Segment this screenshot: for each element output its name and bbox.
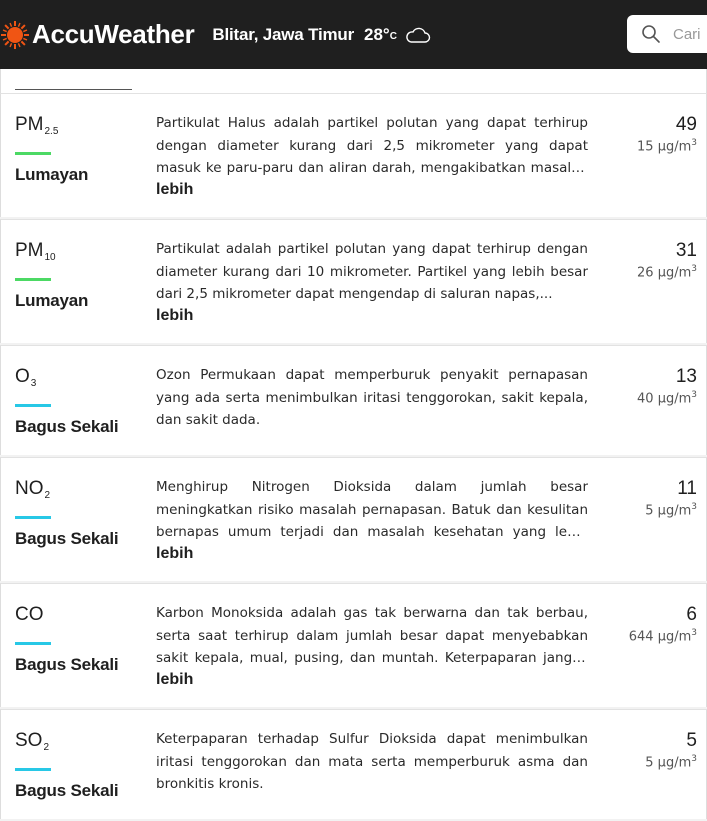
search-input[interactable]: Cari [673,26,701,43]
location-name[interactable]: Blitar, Jawa Timur [212,25,354,45]
concentration-value: 5 μg/m [645,503,692,519]
category-bar [15,278,51,281]
more-link[interactable]: lebih [156,180,588,200]
cloud-icon [406,27,431,43]
pollutant-category: Lumayan [15,165,89,184]
pollutant-row[interactable]: NO2 Bagus Sekali Menghirup Nitrogen Diok… [0,457,707,581]
search-box[interactable]: Cari [627,15,707,53]
description-text: Karbon Monoksida adalah gas tak berwarna… [156,605,588,666]
pollutant-index: 31 [675,240,697,261]
pollutant-subscript: 2 [44,490,51,501]
description-text: Partikulat adalah partikel polutan yang … [156,241,588,302]
concentration-value: 40 μg/m [637,391,692,407]
category-bar [15,642,51,645]
concentration-value: 15 μg/m [637,139,692,155]
pollutant-row[interactable]: O3 Bagus Sekali Ozon Permukaan dapat mem… [0,345,707,455]
concentration-value: 5 μg/m [645,755,692,771]
pollutant-list: PM2.5 Lumayan Partikulat Halus adalah pa… [0,93,707,821]
pollutant-symbol: O [15,366,30,387]
category-bar [15,404,51,407]
concentration-exponent: 3 [691,264,697,274]
pollutant-subscript: 2.5 [44,126,59,137]
category-bar [15,152,51,155]
pollutant-description: Menghirup Nitrogen Dioksida dalam jumlah… [156,476,588,564]
pollutant-index: 49 [675,114,697,135]
pollutant-subscript: 10 [44,252,56,263]
pollutant-concentration: 5 μg/m3 [645,502,697,518]
pollutant-symbol: SO [15,730,43,751]
concentration-value: 26 μg/m [637,265,692,281]
concentration-exponent: 3 [691,390,697,400]
pollutant-index: 5 [686,730,697,751]
pollutant-category: Bagus Sekali [15,655,119,674]
sun-logo-icon [1,20,29,49]
more-link[interactable]: lebih [156,670,588,690]
description-text: Partikulat Halus adalah partikel polutan… [156,115,588,176]
pollutant-subscript: 2 [43,742,50,753]
pollutant-description: Ozon Permukaan dapat memperburuk penyaki… [156,364,588,432]
concentration-value: 644 μg/m [628,629,692,645]
pollutant-row[interactable]: SO2 Bagus Sekali Keterpaparan terhadap S… [0,709,707,819]
pollutant-category: Lumayan [15,291,89,310]
pollutant-concentration: 40 μg/m3 [637,390,697,406]
site-header: AccuWeather Blitar, Jawa Timur 28° C Cari [0,0,707,69]
pollutant-symbol: CO [15,604,44,625]
pollutant-name: CO [15,604,45,627]
previous-section-remnant [0,69,707,93]
temperature-unit: C [389,30,397,42]
tab-underline [15,89,132,90]
search-icon[interactable] [641,24,661,44]
pollutant-row[interactable]: PM10 Lumayan Partikulat adalah partikel … [0,219,707,343]
pollutant-name: PM2.5 [15,114,58,137]
pollutant-concentration: 5 μg/m3 [645,754,697,770]
pollutant-subscript: 3 [30,378,37,389]
pollutant-index: 6 [686,604,697,625]
pollutant-index: 11 [677,478,697,499]
pollutant-description: Karbon Monoksida adalah gas tak berwarna… [156,602,588,690]
pollutant-description: Keterpaparan terhadap Sulfur Dioksida da… [156,728,588,796]
pollutant-description: Partikulat adalah partikel polutan yang … [156,238,588,326]
more-link[interactable]: lebih [156,306,588,326]
category-bar [15,768,51,771]
accuweather-logo[interactable]: AccuWeather [0,0,195,69]
temperature-value: 28° [363,24,390,44]
pollutant-index: 13 [675,366,697,387]
description-text: Menghirup Nitrogen Dioksida dalam jumlah… [156,479,588,540]
concentration-exponent: 3 [691,628,697,638]
pollutant-category: Bagus Sekali [15,529,119,548]
pollutant-row[interactable]: CO Bagus Sekali Karbon Monoksida adalah … [0,583,707,707]
pollutant-category: Bagus Sekali [15,417,119,436]
pollutant-concentration: 15 μg/m3 [637,138,697,154]
more-link[interactable]: lebih [156,544,588,564]
concentration-exponent: 3 [691,138,697,148]
pollutant-concentration: 644 μg/m3 [629,628,697,644]
pollutant-concentration: 26 μg/m3 [637,264,697,280]
pollutant-category: Bagus Sekali [15,781,119,800]
concentration-exponent: 3 [691,754,697,764]
pollutant-symbol: PM [15,114,44,135]
brand-name: AccuWeather [32,19,195,49]
pollutant-symbol: PM [15,240,44,261]
pollutant-symbol: NO [15,478,44,499]
pollutant-name: NO2 [15,478,50,501]
pollutant-name: PM10 [15,240,56,263]
description-text: Ozon Permukaan dapat memperburuk penyaki… [156,367,588,428]
category-bar [15,516,51,519]
pollutant-name: SO2 [15,730,49,753]
description-text: Keterpaparan terhadap Sulfur Dioksida da… [156,731,588,792]
pollutant-row[interactable]: PM2.5 Lumayan Partikulat Halus adalah pa… [0,93,707,217]
pollutant-description: Partikulat Halus adalah partikel polutan… [156,112,588,200]
concentration-exponent: 3 [691,502,697,512]
current-temperature: 28° C [364,25,397,45]
pollutant-name: O3 [15,366,36,389]
